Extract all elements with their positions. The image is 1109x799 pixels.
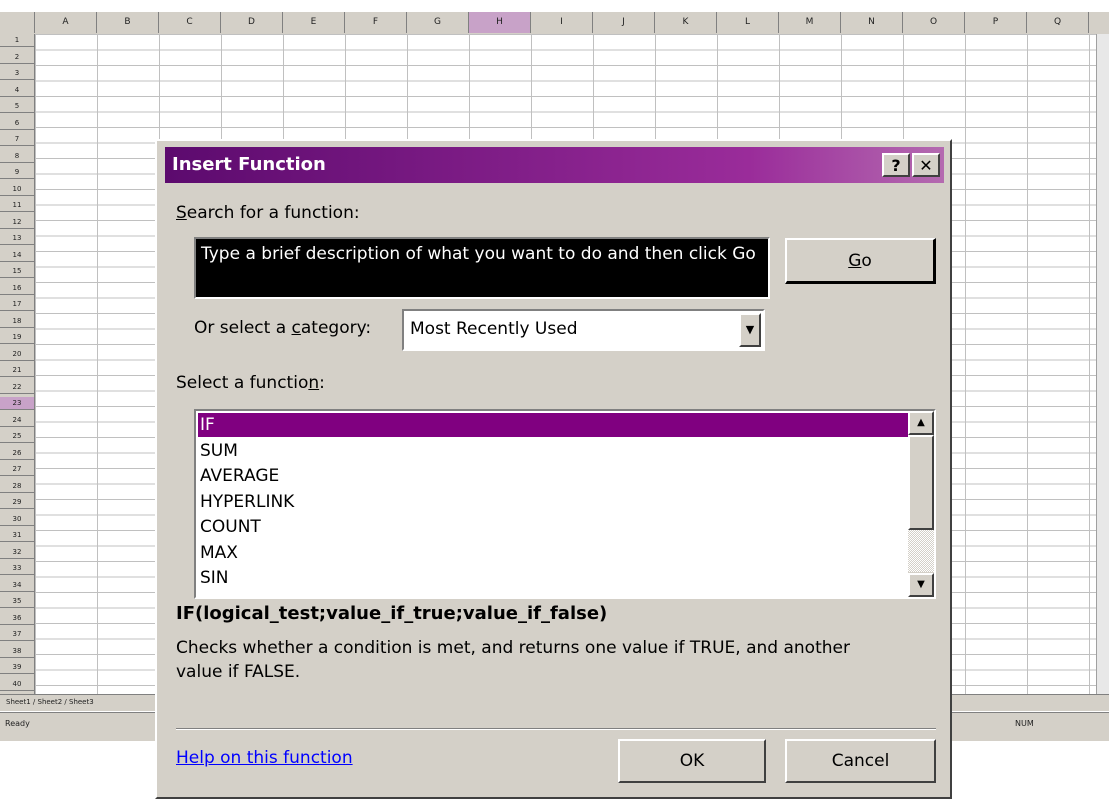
column-header[interactable]: O — [903, 12, 965, 33]
column-header[interactable]: N — [841, 12, 903, 33]
function-list-scrollbar[interactable]: ▲ ▼ — [908, 411, 934, 597]
sheet-vertical-scrollbar[interactable] — [1096, 34, 1109, 694]
row-header[interactable]: 29 — [0, 496, 34, 509]
go-button[interactable]: Go — [785, 238, 936, 284]
row-header[interactable]: 7 — [0, 133, 34, 146]
function-list-item[interactable]: SIN — [198, 566, 908, 590]
row-header[interactable]: 6 — [0, 117, 34, 130]
row-header[interactable]: 20 — [0, 348, 34, 361]
function-list-item[interactable]: COUNT — [198, 515, 908, 539]
dialog-titlebar[interactable]: Insert Function ? ✕ — [165, 147, 944, 183]
row-header[interactable]: 16 — [0, 282, 34, 295]
close-button[interactable]: ✕ — [912, 153, 940, 177]
function-search-input[interactable]: Type a brief description of what you wan… — [194, 237, 770, 299]
row-header[interactable]: 14 — [0, 249, 34, 262]
function-list-item[interactable]: SUM — [198, 439, 908, 463]
scroll-up-icon[interactable]: ▲ — [908, 411, 934, 435]
status-num: NUM — [1015, 719, 1034, 728]
help-button[interactable]: ? — [882, 153, 910, 177]
row-header[interactable]: 5 — [0, 100, 34, 113]
row-header[interactable]: 13 — [0, 232, 34, 245]
row-header[interactable]: 24 — [0, 414, 34, 427]
scroll-thumb[interactable] — [908, 435, 934, 530]
column-header[interactable]: A — [35, 12, 97, 33]
divider — [176, 728, 936, 730]
row-header[interactable]: 28 — [0, 480, 34, 493]
row-header[interactable]: 31 — [0, 529, 34, 542]
column-header[interactable]: J — [593, 12, 655, 33]
category-label: Or select a category: — [194, 318, 372, 338]
row-header[interactable]: 3 — [0, 67, 34, 80]
search-label: Search for a function: — [176, 203, 360, 223]
function-signature: IF(logical_test;value_if_true;value_if_f… — [176, 603, 608, 624]
column-header[interactable]: B — [97, 12, 159, 33]
row-header[interactable]: 19 — [0, 331, 34, 344]
column-header[interactable]: F — [345, 12, 407, 33]
select-all-corner[interactable] — [0, 12, 35, 33]
row-header[interactable]: 8 — [0, 150, 34, 163]
row-header[interactable]: 34 — [0, 579, 34, 592]
row-header[interactable]: 33 — [0, 562, 34, 575]
row-header[interactable]: 35 — [0, 595, 34, 608]
column-header[interactable]: G — [407, 12, 469, 33]
column-headers: ABCDEFGHIJKLMNOPQ — [0, 12, 1109, 35]
row-header[interactable]: 36 — [0, 612, 34, 625]
dialog-title: Insert Function — [172, 154, 326, 175]
category-select[interactable]: Most Recently Used ▼ — [402, 309, 765, 351]
column-header[interactable]: D — [221, 12, 283, 33]
row-headers: 1 2 3 4 5 6 7 8 9 10 11 12 13 14 15 16 17 18 19 20 21 22 23 24 2… — [0, 34, 35, 694]
row-header[interactable]: 38 — [0, 645, 34, 658]
category-value: Most Recently Used — [410, 319, 578, 339]
row-header[interactable]: 15 — [0, 265, 34, 278]
row-header[interactable]: 25 — [0, 430, 34, 443]
row-header[interactable]: 39 — [0, 661, 34, 674]
row-header[interactable]: 27 — [0, 463, 34, 476]
function-list-item[interactable]: IF — [198, 413, 908, 437]
column-header[interactable]: I — [531, 12, 593, 33]
column-header[interactable]: L — [717, 12, 779, 33]
row-header[interactable]: 2 — [0, 51, 34, 64]
function-list-label: Select a function: — [176, 373, 325, 393]
column-header[interactable]: K — [655, 12, 717, 33]
row-header[interactable]: 1 — [0, 34, 34, 47]
function-list[interactable]: SIN MAX COUNT HYPERLINK AVERAGE SUM IF ▲ ▼ — [194, 409, 936, 599]
row-header[interactable]: 9 — [0, 166, 34, 179]
row-header[interactable]: 11 — [0, 199, 34, 212]
column-header[interactable]: C — [159, 12, 221, 33]
row-header[interactable]: 22 — [0, 381, 34, 394]
row-header[interactable]: 17 — [0, 298, 34, 311]
row-header[interactable]: 10 — [0, 183, 34, 196]
ok-button[interactable]: OK — [618, 739, 766, 783]
column-header[interactable]: P — [965, 12, 1027, 33]
column-header[interactable]: Q — [1027, 12, 1089, 33]
function-list-item[interactable]: HYPERLINK — [198, 490, 908, 514]
row-header[interactable]: 21 — [0, 364, 34, 377]
row-header[interactable]: 26 — [0, 447, 34, 460]
row-header[interactable]: 4 — [0, 84, 34, 97]
insert-function-dialog: Insert Function ? ✕ Search for a functio… — [155, 139, 952, 799]
row-header[interactable]: 12 — [0, 216, 34, 229]
chevron-down-icon[interactable]: ▼ — [739, 313, 761, 347]
row-header[interactable]: 23 — [0, 397, 34, 410]
row-header[interactable]: 30 — [0, 513, 34, 526]
column-header[interactable]: M — [779, 12, 841, 33]
function-list-item[interactable]: MAX — [198, 541, 908, 565]
row-header[interactable]: 32 — [0, 546, 34, 559]
help-link[interactable]: Help on this function — [176, 748, 353, 768]
column-header[interactable]: H — [469, 12, 531, 33]
toolbar-strip — [0, 0, 1109, 12]
cancel-button[interactable]: Cancel — [785, 739, 936, 783]
function-description: Checks whether a condition is met, and r… — [176, 638, 850, 682]
row-header[interactable]: 37 — [0, 628, 34, 641]
scroll-down-icon[interactable]: ▼ — [908, 573, 934, 597]
row-header[interactable]: 40 — [0, 678, 34, 691]
status-ready: Ready — [5, 719, 30, 728]
function-list-item[interactable]: AVERAGE — [198, 464, 908, 488]
column-header[interactable]: E — [283, 12, 345, 33]
row-header[interactable]: 18 — [0, 315, 34, 328]
sheet-tabs-label[interactable]: Sheet1 / Sheet2 / Sheet3 — [6, 698, 94, 706]
